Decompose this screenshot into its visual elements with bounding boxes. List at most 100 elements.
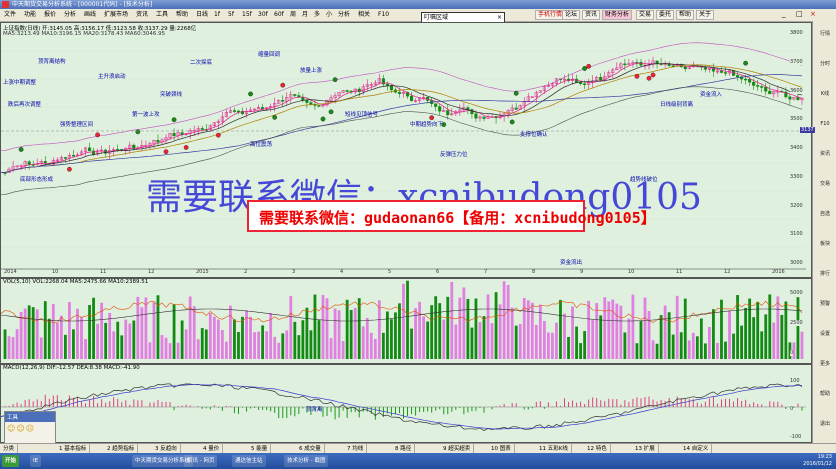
menu-news[interactable]: 资讯 xyxy=(136,10,148,20)
sidebar-item[interactable]: 自选 xyxy=(815,207,835,221)
candle-body xyxy=(434,103,438,107)
help-button[interactable]: 帮助 xyxy=(676,10,695,20)
window-close-icon[interactable]: × xyxy=(810,10,816,18)
trade-button[interactable]: 交易 xyxy=(636,10,655,20)
forum-button[interactable]: 论坛 xyxy=(562,10,581,20)
tab-f10[interactable]: F10 xyxy=(378,10,389,20)
volume-bar xyxy=(703,343,707,359)
menu-draw[interactable]: 画线 xyxy=(84,10,96,20)
price-axis-tick: 3100 xyxy=(790,231,803,238)
sidebar-item[interactable]: 排行 xyxy=(815,267,835,281)
smile-icon[interactable]: ☺ xyxy=(7,424,16,433)
tab-daily[interactable]: 日线 xyxy=(196,10,208,20)
x-tick-label: 7 xyxy=(484,269,488,275)
tab-analyze[interactable]: 分析 xyxy=(338,10,350,20)
tab-60f[interactable]: 60f xyxy=(274,10,284,20)
sidebar-item[interactable]: K线 xyxy=(815,87,835,101)
x-tick-label: 3 xyxy=(292,269,296,275)
tab-multi[interactable]: 多 xyxy=(314,10,320,20)
mini-tool-panel[interactable]: 工具 ☺☺☹ xyxy=(4,411,56,447)
volume-bar xyxy=(695,336,699,359)
signal-marker xyxy=(743,60,748,66)
taskbar-item[interactable]: 资讯 - 网页 xyxy=(184,455,218,467)
about-button[interactable]: 关于 xyxy=(696,10,715,20)
taskbar-item[interactable]: 通达信主站 xyxy=(232,455,266,467)
tab-15f[interactable]: 15f xyxy=(242,10,252,20)
volume-bar xyxy=(571,306,574,359)
sidebar-item[interactable]: 板块 xyxy=(815,237,835,251)
finance-analysis-button[interactable]: 财务分析 xyxy=(602,10,633,20)
mobile-quote-button[interactable]: 手机行情 xyxy=(535,10,566,20)
tab-small[interactable]: 小 xyxy=(326,10,332,20)
volume-bar xyxy=(357,298,361,359)
volume-bar xyxy=(522,297,526,359)
news-button[interactable]: 资讯 xyxy=(582,10,601,20)
sidebar-item[interactable]: 预警 xyxy=(815,297,835,311)
menu-function[interactable]: 功能 xyxy=(24,10,36,20)
sidebar-item[interactable]: 退出 xyxy=(815,417,835,431)
tab-30f[interactable]: 30f xyxy=(258,10,268,20)
price-chart-canvas xyxy=(1,42,806,270)
sidebar-item[interactable]: 行情 xyxy=(815,27,835,41)
sidebar-item[interactable]: 交易 xyxy=(815,177,835,191)
candle-body xyxy=(748,78,752,83)
volume-bar xyxy=(712,309,715,359)
volume-bar xyxy=(422,316,426,359)
smile-icon[interactable]: ☺ xyxy=(16,424,25,433)
tab-related[interactable]: 相关 xyxy=(358,10,370,20)
volume-bar xyxy=(559,299,562,359)
menu-extended[interactable]: 扩展市场 xyxy=(104,10,128,20)
volume-bar xyxy=(241,316,244,359)
volume-bar xyxy=(88,305,91,359)
sidebar-item[interactable]: 更多 xyxy=(815,357,835,371)
candle-body xyxy=(723,72,728,74)
volume-bar xyxy=(43,301,47,359)
volume-bar xyxy=(293,321,297,359)
x-tick-label: 12 xyxy=(724,269,731,275)
menu-quote[interactable]: 报价 xyxy=(44,10,56,20)
sidebar-item[interactable]: F10 xyxy=(815,117,835,131)
volume-chart[interactable]: VOL(5,10) VOL:2268.04 MA5:2475.66 MA10:2… xyxy=(0,278,812,364)
signal-marker xyxy=(67,166,72,172)
volume-bar xyxy=(462,287,466,359)
candle-body xyxy=(27,161,31,165)
sidebar-item[interactable]: 分时 xyxy=(815,57,835,71)
volume-bar xyxy=(406,280,409,359)
order-button[interactable]: 委托 xyxy=(656,10,675,20)
price-axis-tick: 3500 xyxy=(790,116,803,123)
tab-week[interactable]: 周 xyxy=(290,10,296,20)
candle-body xyxy=(579,81,583,84)
volume-bar xyxy=(148,342,152,359)
taskbar-item[interactable]: IE xyxy=(30,455,42,467)
price-chart[interactable]: 上证指数(日线) 开:3145.05 高:3156.17 低:3123.58 收… xyxy=(0,22,812,278)
sidebar-item[interactable]: 帮助 xyxy=(815,387,835,401)
tab-5f[interactable]: 5f xyxy=(228,10,234,20)
sad-icon[interactable]: ☹ xyxy=(26,424,35,433)
x-tick-label: 2015 xyxy=(196,269,209,275)
taskbar-item[interactable]: 技术分析 - 截图 xyxy=(284,455,329,467)
menu-file[interactable]: 文件 xyxy=(4,10,16,20)
volume-bar xyxy=(591,320,595,359)
volume-bar xyxy=(563,313,566,359)
minimize-icon[interactable]: _ xyxy=(782,10,786,18)
macd-chart[interactable]: MACD(12,26,9) DIF:-12.57 DEA:8.38 MACD:-… xyxy=(0,364,812,443)
candle-body xyxy=(482,116,486,119)
volume-bar xyxy=(615,303,619,359)
volume-bar xyxy=(23,308,27,359)
sidebar-item[interactable]: 资讯 xyxy=(815,147,835,161)
signal-marker xyxy=(582,66,587,71)
volume-bar xyxy=(377,300,381,359)
volume-bar xyxy=(454,324,458,359)
candle-body xyxy=(345,90,349,92)
sidebar-item[interactable]: 设置 xyxy=(815,327,835,341)
maximize-icon[interactable]: □ xyxy=(796,10,803,18)
menu-help[interactable]: 帮助 xyxy=(176,10,188,20)
volume-bar xyxy=(667,312,671,359)
tab-1f[interactable]: 1f xyxy=(214,10,220,20)
start-button[interactable]: 开始 xyxy=(2,455,20,467)
tab-month[interactable]: 月 xyxy=(302,10,308,20)
menu-analysis[interactable]: 分析 xyxy=(64,10,76,20)
menu-tools[interactable]: 工具 xyxy=(156,10,168,20)
candle-body xyxy=(385,83,389,86)
volume-bar xyxy=(502,281,506,359)
